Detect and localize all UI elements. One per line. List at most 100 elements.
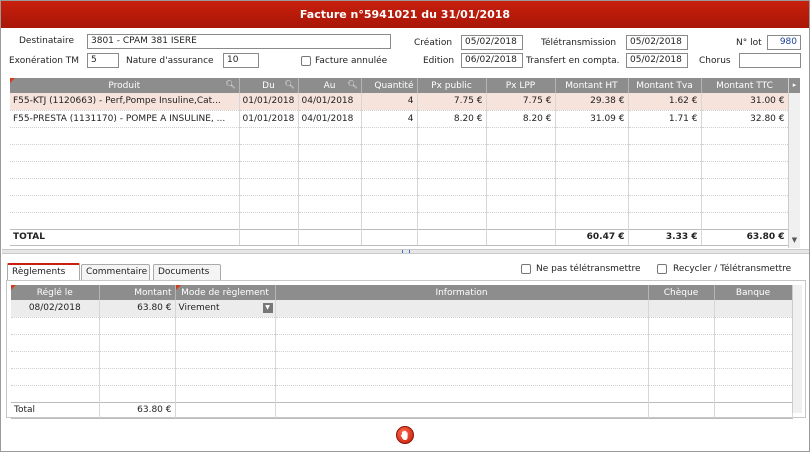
destinataire-label: Destinataire xyxy=(19,36,74,46)
mode-reglement-value: Virement xyxy=(178,303,220,314)
column-header-montant-ttc[interactable]: Montant TTC xyxy=(701,78,789,93)
exoneration-field[interactable]: 5 xyxy=(87,53,119,68)
column-chooser-icon[interactable]: ▸ xyxy=(789,78,800,93)
cell-montant-ttc: 31.00 € xyxy=(701,93,789,111)
reglements-total-label: Total xyxy=(11,401,100,419)
column-header-montant-ht[interactable]: Montant HT xyxy=(555,78,629,93)
cell-quantite: 4 xyxy=(361,110,418,128)
tab-reglements[interactable]: Règlements xyxy=(7,263,80,280)
splitter-grip-icon[interactable] xyxy=(402,250,410,253)
recycler-checkbox[interactable] xyxy=(657,264,667,274)
destinataire-field[interactable]: 3801 - CPAM 381 ISERE xyxy=(87,34,391,49)
lot-field[interactable]: 980 xyxy=(767,35,801,50)
chorus-field[interactable] xyxy=(739,53,801,68)
column-header-du[interactable]: Du 🔍︎ xyxy=(239,78,299,93)
edition-label: Edition xyxy=(423,56,455,66)
stop-hand-button[interactable] xyxy=(396,426,414,444)
cell-regle-le: 08/02/2018 xyxy=(11,300,100,318)
ne-pas-teletransmettre-label: Ne pas télétransmettre xyxy=(536,264,641,274)
cell-quantite: 4 xyxy=(361,93,418,111)
column-header-regle-le[interactable]: Réglé le xyxy=(11,285,100,300)
splitter[interactable] xyxy=(2,249,809,254)
total-montant-ht: 60.47 € xyxy=(555,228,629,246)
cell-du: 01/01/2018 xyxy=(239,93,299,111)
empty-row xyxy=(11,334,793,352)
column-header-quantite[interactable]: Quantité xyxy=(361,78,418,93)
empty-row xyxy=(11,385,793,403)
cell-montant-tva: 1.62 € xyxy=(628,93,702,111)
column-header-produit[interactable]: Produit 🔍︎ xyxy=(10,78,240,93)
chorus-label: Chorus xyxy=(699,56,731,66)
cell-montant-ttc: 32.80 € xyxy=(701,110,789,128)
column-header-montant-tva[interactable]: Montant Tva xyxy=(628,78,702,93)
reglements-scrollbar[interactable] xyxy=(792,285,802,413)
cell-produit: F55-KTJ (1120663) - Perf,Pompe Insuline,… xyxy=(10,93,240,111)
teletransmission-field[interactable]: 05/02/2018 xyxy=(626,35,688,50)
reglements-header-row: Réglé le Montant Mode de règlement Infor… xyxy=(11,285,793,300)
search-icon[interactable]: 🔍︎ xyxy=(347,80,357,89)
transfert-compta-label: Transfert en compta. xyxy=(526,56,620,66)
transfert-compta-field[interactable]: 05/02/2018 xyxy=(626,53,688,68)
products-header-row: Produit 🔍︎ Du 🔍︎ Au 🔍︎ Quantité Px public P… xyxy=(10,78,789,93)
invoice-window: Facture n°5941021 du 31/01/2018 Destinat… xyxy=(0,0,810,452)
total-montant-ttc: 63.80 € xyxy=(701,228,789,246)
cell-montant-tva: 1.71 € xyxy=(628,110,702,128)
hand-icon xyxy=(400,430,408,440)
ne-pas-teletransmettre-checkbox[interactable] xyxy=(521,264,531,274)
teletransmission-label: Télétransmission xyxy=(541,38,617,48)
edition-field[interactable]: 06/02/2018 xyxy=(461,53,523,68)
creation-field[interactable]: 05/02/2018 xyxy=(461,35,523,50)
empty-row xyxy=(11,351,793,369)
empty-row xyxy=(10,195,789,213)
column-header-px-lpp[interactable]: Px LPP xyxy=(486,78,556,93)
window-title: Facture n°5941021 du 31/01/2018 xyxy=(1,1,809,28)
exoneration-label: Exonération TM xyxy=(9,56,80,66)
empty-row xyxy=(11,317,793,335)
total-label: TOTAL xyxy=(10,228,240,246)
search-icon[interactable]: 🔍︎ xyxy=(225,80,235,89)
cell-au: 04/01/2018 xyxy=(298,110,362,128)
total-row: TOTAL 60.47 € 3.33 € 63.80 € xyxy=(10,228,789,246)
creation-label: Création xyxy=(414,38,453,48)
cell-montant-ht: 31.09 € xyxy=(555,110,629,128)
column-header-information[interactable]: Information xyxy=(275,285,649,300)
cell-px-lpp: 7.75 € xyxy=(486,93,556,111)
cell-du: 01/01/2018 xyxy=(239,110,299,128)
column-header-cheque[interactable]: Chèque xyxy=(648,285,715,300)
empty-row xyxy=(10,212,789,230)
products-scrollbar[interactable]: ▸ ▼ xyxy=(788,78,800,248)
cell-px-public: 7.75 € xyxy=(417,93,487,111)
facture-annulee-checkbox[interactable] xyxy=(301,56,311,66)
scroll-down-icon[interactable]: ▼ xyxy=(790,236,799,246)
column-header-banque[interactable]: Banque xyxy=(714,285,793,300)
nature-label: Nature d'assurance xyxy=(126,56,214,66)
cell-information xyxy=(275,300,649,318)
mode-reglement-select[interactable]: Virement ▼ xyxy=(175,300,276,318)
cell-montant-ht: 29.38 € xyxy=(555,93,629,111)
table-row[interactable]: 08/02/2018 63.80 € Virement ▼ xyxy=(11,300,793,318)
reglements-total-row: Total 63.80 € xyxy=(11,401,793,419)
cell-cheque xyxy=(648,300,715,318)
reglements-panel: Réglé le Montant Mode de règlement Infor… xyxy=(6,280,806,419)
column-header-au[interactable]: Au 🔍︎ xyxy=(298,78,362,93)
products-table: Produit 🔍︎ Du 🔍︎ Au 🔍︎ Quantité Px public P… xyxy=(10,78,789,246)
column-header-montant[interactable]: Montant xyxy=(99,285,176,300)
recycler-label: Recycler / Télétransmettre xyxy=(673,264,792,274)
tab-documents[interactable]: Documents xyxy=(153,264,221,280)
cell-px-public: 8.20 € xyxy=(417,110,487,128)
total-montant-tva: 3.33 € xyxy=(628,228,702,246)
cell-montant: 63.80 € xyxy=(99,300,176,318)
chevron-down-icon[interactable]: ▼ xyxy=(262,303,273,313)
empty-row xyxy=(10,178,789,196)
column-header-mode-reglement[interactable]: Mode de règlement xyxy=(175,285,276,300)
tab-commentaire[interactable]: Commentaire xyxy=(81,264,150,280)
table-row[interactable]: F55-PRESTA (1131170) - POMPE A INSULINE,… xyxy=(10,110,789,128)
lot-label: N° lot xyxy=(736,38,762,48)
empty-row xyxy=(10,161,789,179)
cell-produit: F55-PRESTA (1131170) - POMPE A INSULINE,… xyxy=(10,110,240,128)
table-row[interactable]: F55-KTJ (1120663) - Perf,Pompe Insuline,… xyxy=(10,93,789,111)
nature-field[interactable]: 10 xyxy=(223,53,259,68)
search-icon[interactable]: 🔍︎ xyxy=(284,80,294,89)
cell-au: 04/01/2018 xyxy=(298,93,362,111)
column-header-px-public[interactable]: Px public xyxy=(417,78,487,93)
